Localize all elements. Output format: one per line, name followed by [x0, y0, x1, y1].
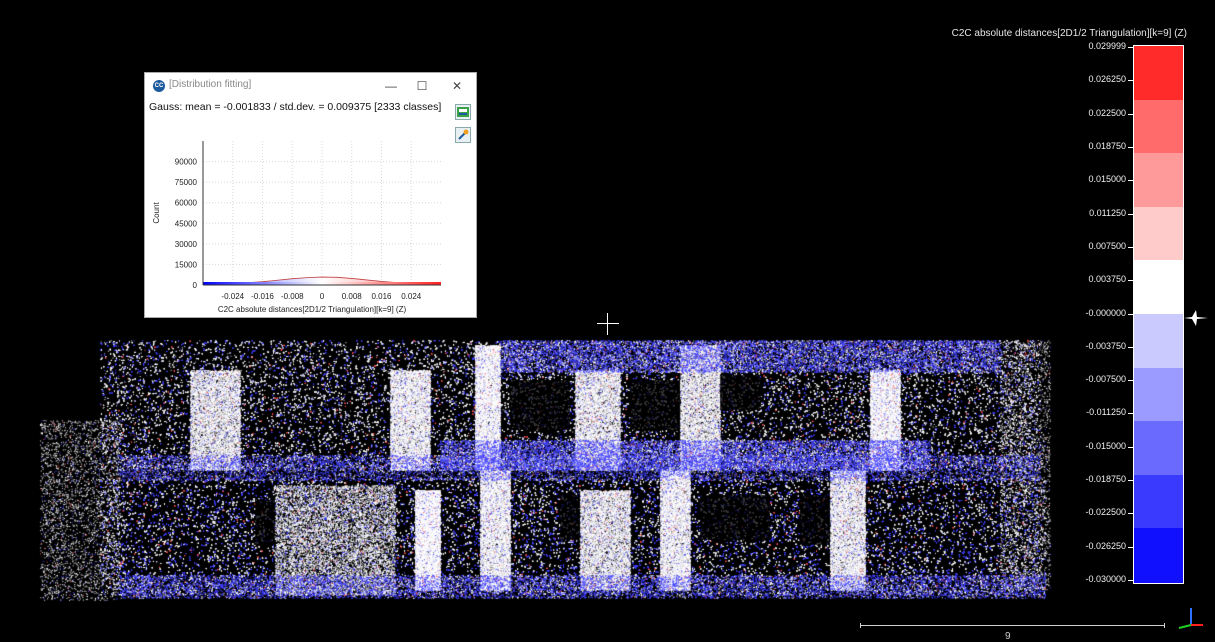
- color-scale-tick-mark: [1128, 213, 1133, 215]
- close-button[interactable]: ✕: [443, 75, 471, 97]
- color-scale-tick-label: 0.029999: [1088, 41, 1126, 51]
- color-scale-band: [1134, 421, 1183, 476]
- cloudcompare-app-icon: CC: [153, 80, 165, 92]
- color-scale-tick-mark: [1128, 146, 1133, 148]
- color-scale-band: [1134, 46, 1183, 101]
- x-axis-label: C2C absolute distances[2D1/2 Triangulati…: [218, 305, 407, 314]
- color-scale-band: [1134, 474, 1183, 530]
- color-scale-tick-label: 0.011250: [1089, 207, 1126, 218]
- color-scale-tick-label: -0.018750: [1085, 474, 1126, 485]
- color-scale-tick-mark: [1128, 446, 1133, 448]
- color-scale-tick-mark: [1128, 546, 1133, 548]
- color-scale-band: [1134, 206, 1183, 262]
- y-tick-label: 75000: [175, 178, 198, 187]
- color-scale-tick-label: -0.003750: [1085, 340, 1126, 351]
- color-scale-tick-label: 0.007500: [1088, 240, 1126, 251]
- color-scale-bar: [1133, 45, 1184, 584]
- x-tick-label: 0.016: [371, 292, 392, 301]
- color-scale-band: [1134, 153, 1183, 208]
- x-tick-label: -0.024: [221, 292, 244, 301]
- color-scale-tick-label: 0.018750: [1088, 140, 1126, 151]
- scale-bar: [860, 623, 1165, 629]
- color-scale-tick-label: -0.007500: [1085, 374, 1126, 385]
- color-scale-tick-mark: [1128, 180, 1133, 182]
- color-scale-tick-mark: [1128, 113, 1133, 115]
- color-scale-tick-mark: [1128, 480, 1133, 482]
- color-scale-band: [1134, 260, 1183, 315]
- color-scale-tick-label: 0.015000: [1088, 174, 1126, 185]
- color-scale-tick-mark: [1128, 313, 1133, 315]
- color-scale-tick-label: -0.026250: [1085, 540, 1126, 551]
- color-scale-tick-mark: [1128, 280, 1133, 282]
- color-scale-tick-label: 0.026250: [1088, 74, 1126, 85]
- axis-trihedron-icon: [1178, 608, 1203, 629]
- export-button[interactable]: [455, 104, 471, 120]
- color-scale-tick-mark: [1128, 47, 1133, 48]
- y-tick-label: 60000: [175, 199, 198, 208]
- scale-bar-value: 9: [1005, 631, 1011, 642]
- color-scale-tick-label: 0.003750: [1088, 274, 1126, 285]
- x-tick-label: 0: [320, 292, 325, 301]
- y-tick-label: 30000: [175, 240, 198, 249]
- color-scale-tick-label: -0.000000: [1085, 307, 1126, 318]
- color-scale-title: C2C absolute distances[2D1/2 Triangulati…: [951, 28, 1187, 39]
- color-scale-tick-label: 0.022500: [1088, 107, 1126, 118]
- export-icon: [457, 107, 469, 117]
- dialog-title: [Distribution fitting]: [169, 79, 252, 90]
- color-scale-tick-label: -0.022500: [1085, 507, 1126, 518]
- y-tick-label: 15000: [175, 260, 198, 269]
- color-scale-tick-mark: [1128, 80, 1133, 82]
- color-scale-band: [1134, 528, 1183, 583]
- y-tick-label: 90000: [175, 158, 198, 167]
- color-scale-tick-label: -0.015000: [1085, 440, 1126, 451]
- histogram-chart: 0 15000 30000 45000 60000 75000 90000 -0.024 -0.…: [152, 141, 442, 314]
- x-tick-label: 0.008: [342, 292, 363, 301]
- color-scale-tick-mark: [1128, 346, 1133, 348]
- y-axis-label: Count: [152, 202, 161, 224]
- color-scale-band: [1134, 314, 1183, 369]
- y-tick-label: 45000: [175, 219, 198, 228]
- color-scale-tick-label: -0.030000: [1085, 574, 1126, 584]
- maximize-button[interactable]: ☐: [408, 75, 436, 97]
- color-scale-tick-label: -0.011250: [1086, 407, 1126, 418]
- x-tick-label: 0.024: [401, 292, 422, 301]
- minimize-button[interactable]: —: [377, 75, 405, 97]
- color-scale-tick-mark: [1128, 246, 1133, 248]
- distribution-fitting-dialog[interactable]: CC [Distribution fitting] — ☐ ✕ Gauss: m…: [144, 72, 477, 318]
- color-scale-tick-mark: [1128, 513, 1133, 515]
- dialog-titlebar[interactable]: CC [Distribution fitting] — ☐ ✕: [145, 73, 476, 99]
- color-scale-band: [1134, 99, 1183, 155]
- x-tick-label: -0.016: [251, 292, 274, 301]
- color-scale-tick-mark: [1128, 380, 1133, 382]
- gauss-summary: Gauss: mean = -0.001833 / std.dev. = 0.0…: [149, 101, 442, 113]
- color-scale-tick-mark: [1128, 580, 1133, 581]
- crosshair-icon: [597, 313, 619, 335]
- x-tick-label: -0.008: [281, 292, 304, 301]
- y-tick-label: 0: [193, 281, 198, 290]
- color-scale-band: [1134, 367, 1183, 423]
- scale-histogram-spike: [1184, 310, 1208, 326]
- color-scale-tick-mark: [1128, 413, 1133, 415]
